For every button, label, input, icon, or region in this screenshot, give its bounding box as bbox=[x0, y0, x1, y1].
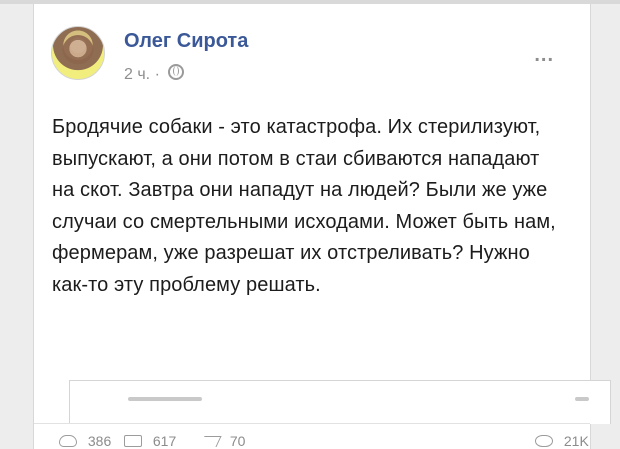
likes-count: 386 bbox=[87, 433, 112, 449]
comments-stat[interactable]: 617 bbox=[124, 433, 176, 449]
embed-preview-bar bbox=[128, 397, 202, 401]
embedded-preview[interactable] bbox=[69, 380, 611, 424]
shares-count: 70 bbox=[229, 433, 246, 449]
comment-icon bbox=[124, 435, 142, 447]
screenshot-frame: Олег Сирота 2 ч. · ... Бродячие собаки -… bbox=[0, 0, 620, 449]
eye-icon bbox=[535, 435, 553, 447]
meta-separator: · bbox=[154, 66, 160, 83]
post-card: Олег Сирота 2 ч. · ... Бродячие собаки -… bbox=[33, 4, 611, 449]
embed-preview-mark bbox=[575, 397, 589, 401]
footer-divider bbox=[34, 423, 590, 424]
share-icon bbox=[199, 436, 222, 447]
comments-count: 617 bbox=[152, 433, 177, 449]
post-body-text: Бродячие собаки - это катастрофа. Их сте… bbox=[52, 116, 556, 296]
author-name[interactable]: Олег Сирота bbox=[124, 30, 248, 53]
post-meta: 2 ч. · bbox=[124, 64, 185, 84]
views-count: 21K bbox=[563, 433, 589, 449]
post-header: Олег Сирота 2 ч. · ... bbox=[51, 22, 571, 90]
heart-icon bbox=[59, 435, 77, 447]
author-avatar[interactable] bbox=[51, 26, 105, 80]
views-stat: 21K bbox=[535, 433, 589, 449]
post-time: 2 ч. bbox=[124, 66, 151, 83]
more-options-button[interactable]: ... bbox=[534, 44, 554, 67]
reaction-footer: 386 617 70 21K bbox=[0, 433, 620, 449]
shares-stat[interactable]: 70 bbox=[199, 433, 246, 449]
globe-icon bbox=[168, 64, 185, 80]
likes-stat[interactable]: 386 bbox=[59, 433, 111, 449]
